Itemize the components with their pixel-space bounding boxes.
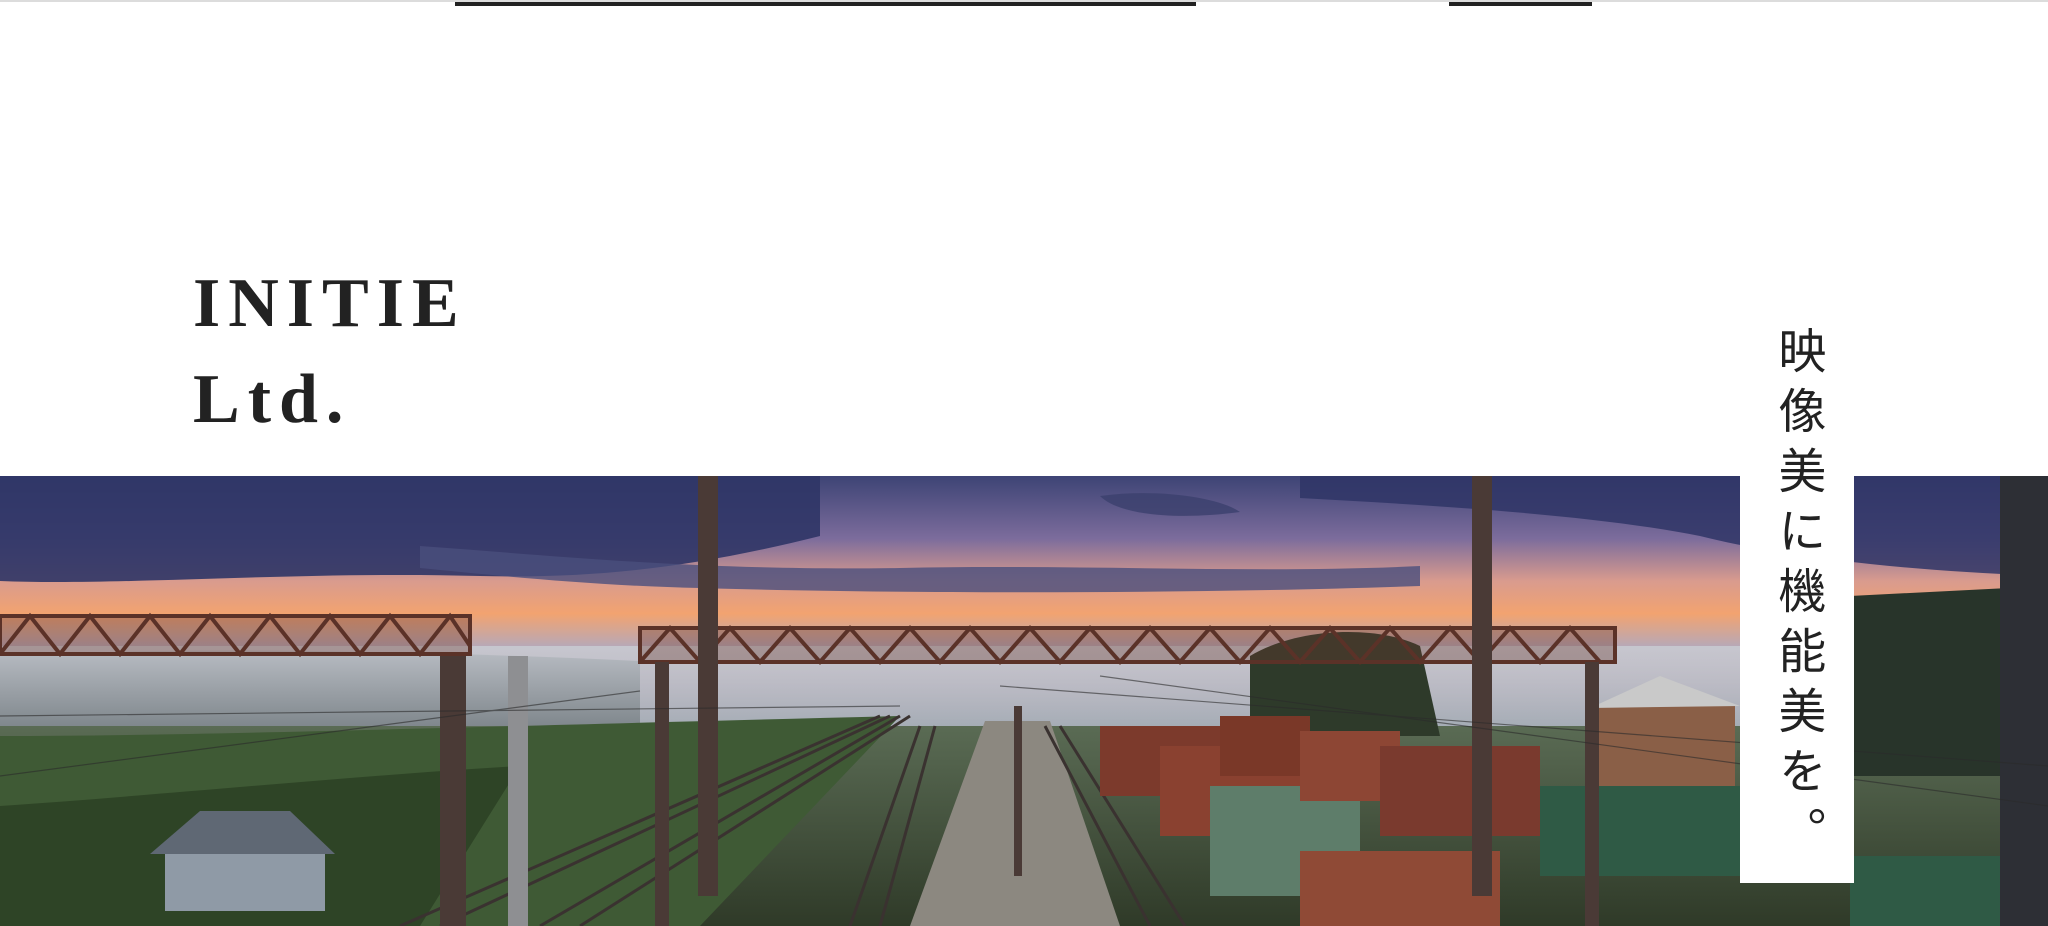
tagline-text: 映像美に機能美を。 [1769,326,1826,866]
nav-active-indicator-right [1449,2,1592,6]
logo-line-1: INITIE [193,265,467,342]
tagline-panel: 映像美に機能美を。 [1740,318,1854,883]
company-logo[interactable]: INITIE Ltd. [193,256,467,448]
nav-active-indicator-left [455,2,1196,6]
logo-line-2: Ltd. [193,361,352,438]
